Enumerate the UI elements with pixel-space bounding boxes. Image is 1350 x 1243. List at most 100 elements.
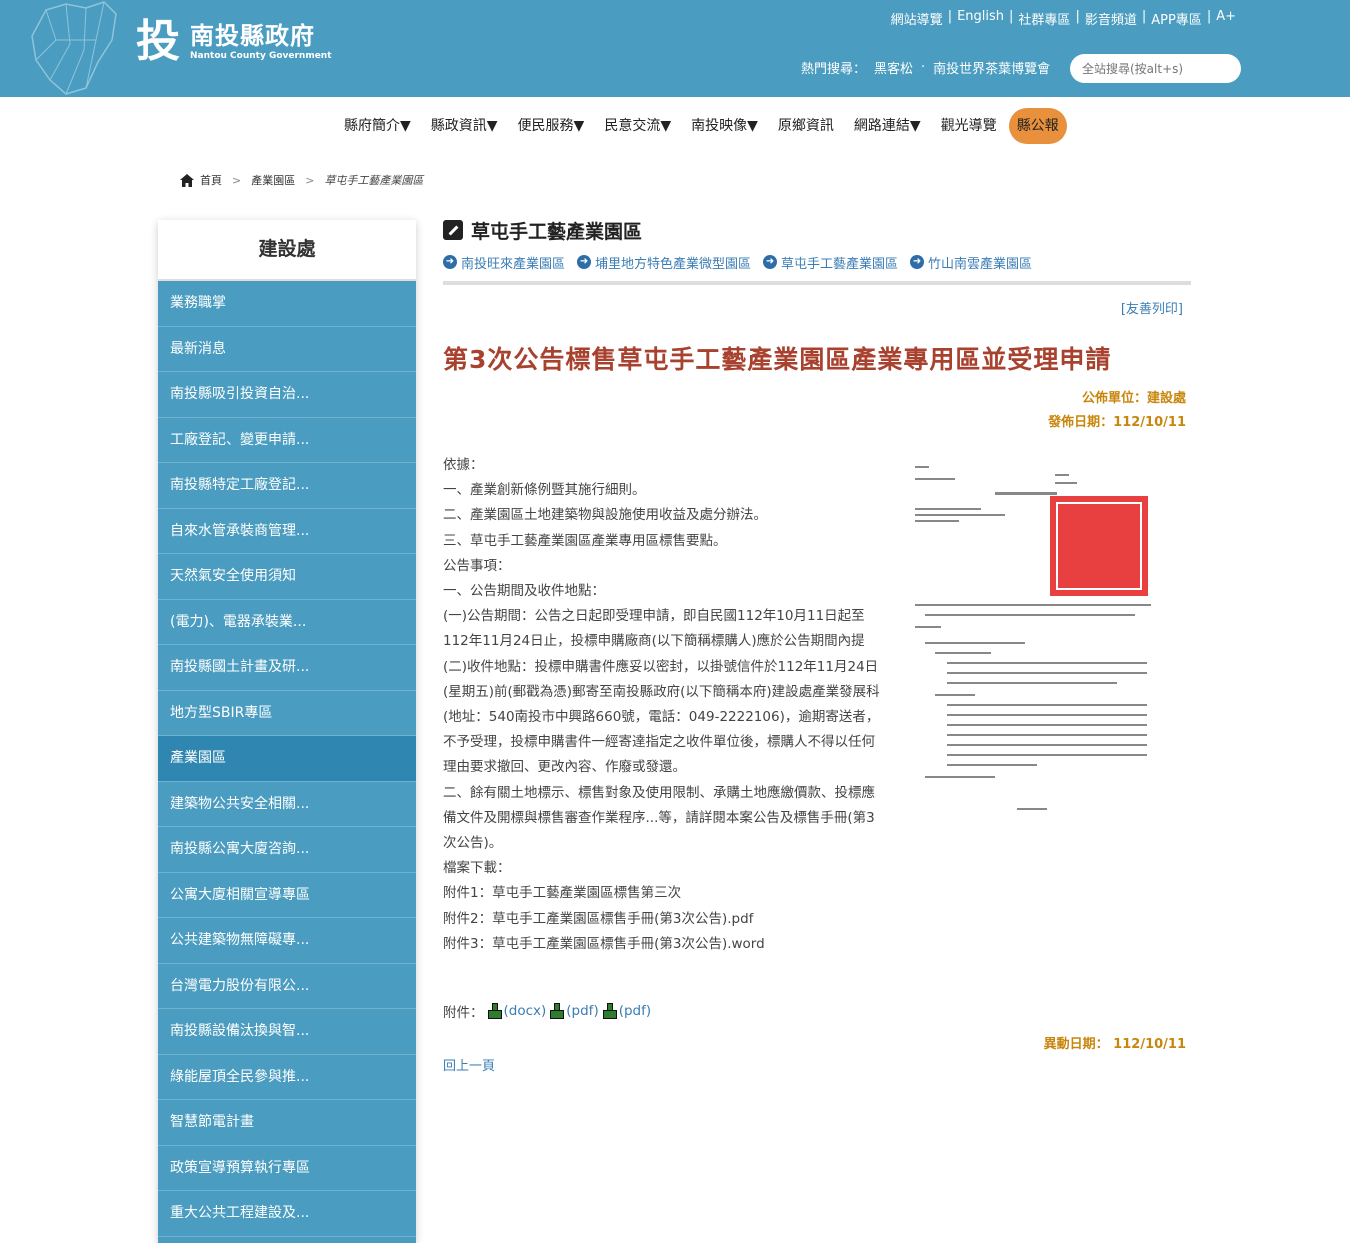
top-links: 網站導覽 | English | 社群專區 | 影音頻道 | APP專區 | A+ xyxy=(890,9,1236,28)
publish-unit: 公佈單位：建設處 xyxy=(1081,391,1186,406)
nav-item-links[interactable]: 網路連結▼ xyxy=(844,108,931,144)
hot-search-label: 熱門搜尋： xyxy=(801,62,867,77)
park-link[interactable]: ➜ 南投旺來產業園區 xyxy=(443,253,565,272)
body-paragraph: 附件1：草屯手工藝產業園區標售第三次 xyxy=(443,885,682,902)
top-link-english[interactable]: English xyxy=(957,9,1004,28)
sidebar-item[interactable]: 業務職掌 xyxy=(158,281,416,327)
sidebar-item[interactable]: 公共建築物無障礙專... xyxy=(158,918,416,964)
attachments-label: 附件： xyxy=(443,1005,484,1021)
top-link-video[interactable]: 影音頻道 xyxy=(1085,9,1137,28)
top-link-sitemap[interactable]: 網站導覽 xyxy=(891,9,943,28)
body-paragraph: 一、公告期間及收件地點： xyxy=(443,583,605,600)
sidebar-item[interactable]: 南投縣公寓大廈咨詢... xyxy=(158,827,416,873)
section-header: 草屯手工藝產業園區 xyxy=(443,216,1191,244)
sidebar-item[interactable]: 最新消息 xyxy=(158,327,416,372)
sidebar-item[interactable]: 南投縣吸引投資自治... xyxy=(158,372,416,418)
nav-item-info[interactable]: 縣政資訊▼ xyxy=(421,108,508,144)
sidebar-item[interactable]: 建築物公共安全相關... xyxy=(158,782,416,827)
park-link[interactable]: ➜ 草屯手工藝產業園區 xyxy=(763,253,898,272)
attachment-pdf[interactable]: (pdf) xyxy=(602,1003,652,1019)
sidebar-item[interactable]: 工廠登記、變更申請... xyxy=(158,418,416,463)
back-link[interactable]: 回上一頁 xyxy=(443,1055,495,1074)
sidebar-item[interactable]: 公寓大廈相關宣導專區 xyxy=(158,873,416,918)
logo-subtitle: Nantou County Government xyxy=(190,51,332,61)
site-header: 投 南投縣政府 Nantou County Government 網站導覽 | E… xyxy=(0,0,1350,97)
sidebar-item[interactable]: 自來水管承裝商管理... xyxy=(158,509,416,554)
arrow-right-icon: ➜ xyxy=(763,255,778,269)
publish-date: 發佈日期：112/10/11 xyxy=(1048,415,1186,430)
breadcrumb-current: 草屯手工藝產業園區 xyxy=(324,174,424,187)
park-link[interactable]: ➜ 埔里地方特色產業微型園區 xyxy=(577,253,751,272)
sidebar-item[interactable]: 智慧節電計畫 xyxy=(158,1100,416,1146)
site-logo[interactable]: 投 南投縣政府 Nantou County Government xyxy=(136,18,332,66)
font-size-button[interactable]: A+ xyxy=(1216,9,1236,28)
attachment-label: (pdf) xyxy=(618,1003,652,1019)
sidebar-item[interactable]: 南投縣特定工廠登記... xyxy=(158,463,416,509)
arrow-right-icon: ➜ xyxy=(910,255,925,269)
breadcrumb-home[interactable]: 首頁 xyxy=(200,172,222,188)
sidebar-item[interactable]: 天然氣安全使用須知 xyxy=(158,554,416,600)
body-paragraph: 檔案下載： xyxy=(443,860,511,877)
body-paragraph: 附件3：草屯手工產業園區標售手冊(第3次公告).word xyxy=(443,935,765,952)
nav-item-indigenous[interactable]: 原鄉資訊 xyxy=(768,108,844,144)
download-icon xyxy=(487,1003,502,1019)
nav-item-gazette[interactable]: 縣公報 xyxy=(1008,108,1067,144)
attachment-label: (pdf) xyxy=(566,1003,599,1019)
body-paragraph: 附件2：草屯手工產業園區標售手冊(第3次公告).pdf xyxy=(443,910,754,927)
sidebar-title: 建設處 xyxy=(158,220,416,281)
announcement-document-image xyxy=(913,456,1153,826)
arrow-right-icon: ➜ xyxy=(443,255,457,269)
nav-item-services[interactable]: 便民服務▼ xyxy=(508,108,595,144)
body-paragraph: 二、產業園區土地建築物與設施使用收益及處分辦法。 xyxy=(443,507,767,524)
logo-mark: 投 xyxy=(136,16,180,67)
breadcrumb: 首頁 > 產業園區 > 草屯手工藝產業園區 xyxy=(180,172,423,188)
main-nav: 縣府簡介▼ 縣政資訊▼ 便民服務▼ 民意交流▼ 南投映像▼ 原鄉資訊 網路連結▼… xyxy=(334,108,1067,144)
section-title: 草屯手工藝產業園區 xyxy=(471,220,643,243)
park-link-label: 南投旺來產業園區 xyxy=(461,256,566,272)
sidebar-item[interactable]: 政策宣導預算執行專區 xyxy=(158,1146,416,1191)
nav-item-images[interactable]: 南投映像▼ xyxy=(681,108,768,144)
park-links: ➜ 南投旺來產業園區 ➜ 埔里地方特色產業微型園區 ➜ 草屯手工藝產業園區 ➜ 竹山南雲… xyxy=(443,251,1191,273)
nav-item-about[interactable]: 縣府簡介▼ xyxy=(334,108,421,144)
sidebar-item[interactable]: 重大公共工程建設及... xyxy=(158,1191,416,1237)
breadcrumb-level1[interactable]: 產業園區 xyxy=(251,172,295,188)
home-icon xyxy=(180,173,194,187)
attachment-label: (docx) xyxy=(503,1003,547,1019)
print-link[interactable]: [友善列印] xyxy=(1121,298,1183,317)
sidebar-item[interactable]: 南投縣設備汰換與智... xyxy=(158,1009,416,1055)
sidebar-item[interactable]: (電力)、電器承裝業... xyxy=(158,600,416,645)
body-paragraph: 一、產業創新條例暨其施行細則。 xyxy=(443,482,646,499)
attachments: 附件： (docx) (pdf) (pdf) xyxy=(443,1001,651,1021)
article-body: 依據： 一、產業創新條例暨其施行細則。 二、產業園區土地建築物與設施使用收益及處分辦… xyxy=(443,453,883,957)
sidebar-item[interactable]: 台灣電力股份有限公... xyxy=(158,964,416,1009)
download-icon xyxy=(602,1003,617,1019)
download-icon xyxy=(550,1003,565,1019)
top-link-social[interactable]: 社群專區 xyxy=(1018,9,1070,28)
sidebar-item[interactable]: 南投縣國土計畫及研... xyxy=(158,645,416,691)
edit-icon xyxy=(443,220,463,240)
park-link[interactable]: ➜ 竹山南雲產業園區 xyxy=(910,253,1032,272)
site-search-input[interactable] xyxy=(1070,54,1241,83)
article-headline: 第3次公告標售草屯手工藝產業園區產業專用區並受理申請 xyxy=(443,345,1112,374)
nav-item-tourism[interactable]: 觀光導覽 xyxy=(931,108,1007,144)
breadcrumb-sep: > xyxy=(305,173,315,187)
hot-search-item[interactable]: 黑客松 xyxy=(874,58,913,77)
sidebar-item[interactable]: 產業園區 xyxy=(158,736,416,782)
divider xyxy=(443,281,1191,285)
sidebar-item[interactable]: 綠能屋頂全民參與推... xyxy=(158,1055,416,1100)
official-seal xyxy=(1050,496,1148,596)
attachment-docx[interactable]: (docx) xyxy=(487,1003,547,1019)
body-paragraph: (二)收件地點：投標申購書件應妥以密封，以掛號信件於112年11月24日(星期五… xyxy=(443,658,880,776)
body-paragraph: 二、餘有關土地標示、標售對象及使用限制、承購土地應繳價款、投標應備文件及開標與標… xyxy=(443,784,875,852)
attachment-pdf[interactable]: (pdf) xyxy=(550,1003,599,1019)
nav-item-public[interactable]: 民意交流▼ xyxy=(594,108,681,144)
park-link-label: 埔里地方特色產業微型園區 xyxy=(595,256,752,272)
hot-search-sep: · xyxy=(921,60,926,75)
park-link-label: 竹山南雲產業園區 xyxy=(928,256,1033,272)
top-link-app[interactable]: APP專區 xyxy=(1151,9,1202,28)
hot-search-item[interactable]: 南投世界茶葉博覽會 xyxy=(933,58,1050,77)
breadcrumb-sep: > xyxy=(232,173,242,187)
sidebar-item[interactable]: 地方型SBIR專區 xyxy=(158,691,416,736)
sidebar: 建設處 業務職掌 最新消息 南投縣吸引投資自治... 工廠登記、變更申請... 南投縣特… xyxy=(158,220,416,1243)
body-paragraph: 公告事項： xyxy=(443,557,511,574)
